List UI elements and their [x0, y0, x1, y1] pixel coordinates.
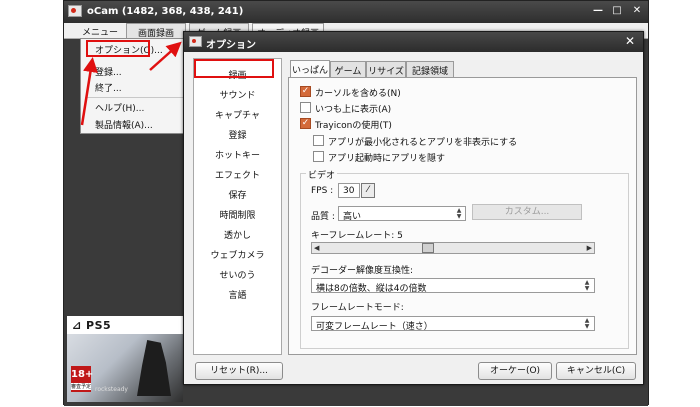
arrow-to-options-dialog: [149, 41, 182, 71]
screenshot-stage: oCam (1482, 368, 438, 241) — □ ✕ メニュー 画面…: [0, 0, 700, 407]
annotation-arrows: [80, 41, 182, 126]
arrow-to-options-item: [80, 57, 98, 126]
